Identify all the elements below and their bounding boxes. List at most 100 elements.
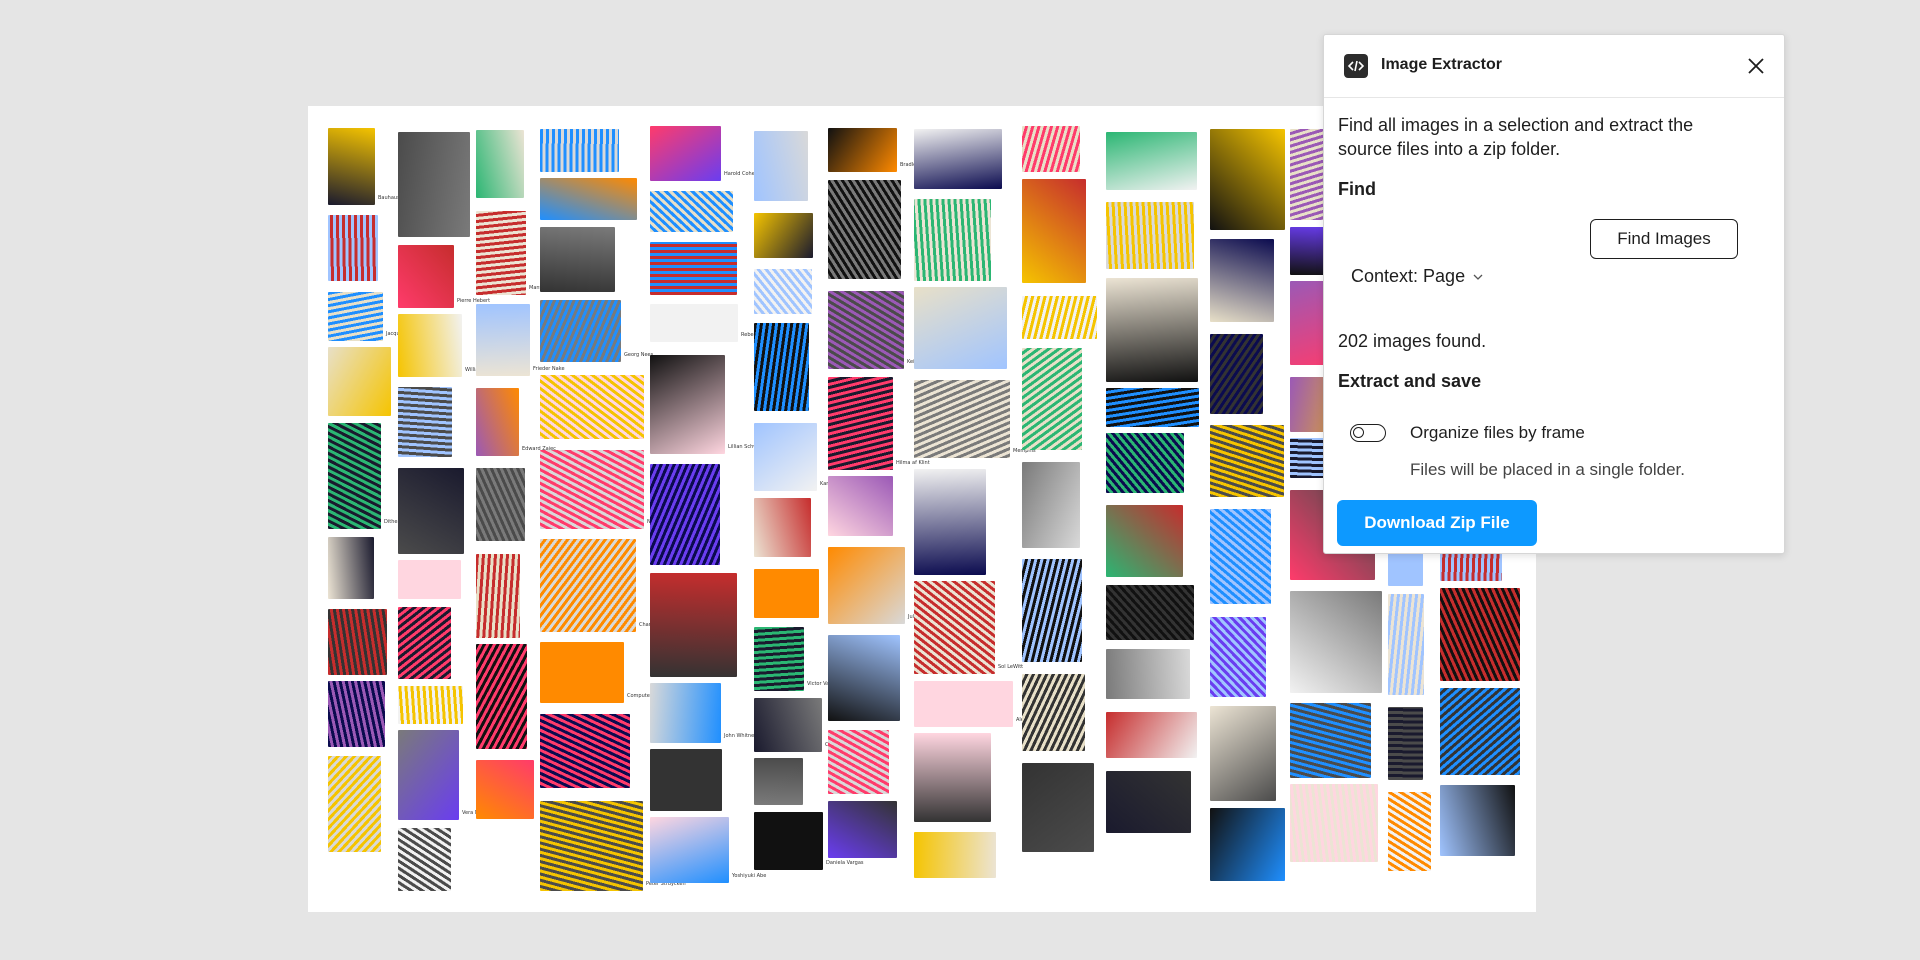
canvas-image-thumbnail[interactable] — [828, 547, 905, 624]
canvas-image-thumbnail[interactable] — [754, 498, 811, 557]
canvas-image-thumbnail[interactable] — [476, 644, 527, 749]
canvas-image-thumbnail[interactable] — [754, 423, 817, 491]
canvas-image-thumbnail[interactable] — [476, 130, 524, 198]
canvas-image-thumbnail[interactable] — [828, 180, 901, 279]
canvas-image-thumbnail[interactable] — [1022, 763, 1094, 852]
canvas-image-thumbnail[interactable] — [754, 323, 809, 411]
canvas-image-thumbnail[interactable] — [754, 131, 808, 201]
canvas-image-thumbnail[interactable] — [754, 269, 812, 314]
canvas-image-thumbnail[interactable] — [476, 554, 520, 638]
canvas-image-thumbnail[interactable] — [398, 387, 452, 457]
find-images-button[interactable]: Find Images — [1590, 219, 1738, 259]
canvas-image-thumbnail[interactable] — [328, 423, 381, 529]
canvas-image-thumbnail[interactable] — [754, 627, 804, 691]
canvas-image-thumbnail[interactable] — [328, 292, 383, 341]
canvas-image-thumbnail[interactable] — [540, 227, 615, 292]
canvas-image-thumbnail[interactable] — [398, 560, 461, 599]
canvas-image-thumbnail[interactable] — [650, 242, 737, 295]
canvas-image-thumbnail[interactable] — [914, 733, 991, 822]
canvas-image-thumbnail[interactable] — [828, 128, 897, 172]
canvas-image-thumbnail[interactable] — [1106, 278, 1198, 382]
canvas-image-thumbnail[interactable] — [914, 581, 995, 674]
canvas-image-thumbnail[interactable] — [754, 569, 819, 618]
canvas-image-thumbnail[interactable] — [1210, 334, 1263, 414]
canvas-image-thumbnail[interactable] — [1106, 388, 1199, 427]
canvas-image-thumbnail[interactable] — [828, 730, 889, 794]
canvas-image-thumbnail[interactable] — [650, 355, 725, 454]
canvas-image-thumbnail[interactable] — [1210, 706, 1276, 801]
canvas-image-thumbnail[interactable] — [914, 469, 986, 575]
canvas-image-thumbnail[interactable] — [1388, 792, 1431, 871]
canvas-image-thumbnail[interactable] — [1210, 425, 1284, 497]
canvas-image-thumbnail[interactable] — [914, 681, 1013, 727]
canvas-image-thumbnail[interactable] — [328, 609, 387, 675]
canvas-image-thumbnail[interactable] — [650, 464, 720, 565]
organize-by-frame-toggle[interactable] — [1350, 424, 1386, 442]
canvas-image-thumbnail[interactable] — [540, 714, 630, 788]
canvas-image-thumbnail[interactable] — [1022, 179, 1086, 283]
canvas-image-thumbnail[interactable] — [914, 287, 1007, 369]
canvas-image-thumbnail[interactable] — [1106, 505, 1183, 577]
canvas-image-thumbnail[interactable] — [1022, 462, 1080, 548]
canvas-image-thumbnail[interactable] — [540, 129, 619, 172]
canvas-image-thumbnail[interactable] — [540, 801, 643, 891]
canvas-image-thumbnail[interactable] — [1022, 559, 1082, 662]
canvas-image-thumbnail[interactable] — [540, 539, 636, 632]
canvas-image-thumbnail[interactable] — [650, 573, 737, 677]
canvas-image-thumbnail[interactable] — [1106, 585, 1194, 640]
canvas-image-thumbnail[interactable] — [1210, 808, 1285, 881]
canvas-image-thumbnail[interactable] — [754, 698, 822, 752]
canvas-image-thumbnail[interactable] — [1106, 649, 1190, 699]
canvas-image-thumbnail[interactable] — [328, 347, 391, 416]
canvas-image-thumbnail[interactable] — [914, 129, 1002, 189]
download-zip-button[interactable]: Download Zip File — [1337, 500, 1537, 546]
canvas-image-thumbnail[interactable] — [1290, 703, 1371, 778]
canvas-image-thumbnail[interactable] — [650, 749, 722, 811]
canvas-image-thumbnail[interactable] — [650, 683, 721, 743]
canvas-image-thumbnail[interactable] — [1440, 588, 1520, 681]
canvas-image-thumbnail[interactable] — [398, 314, 462, 377]
canvas-image-thumbnail[interactable] — [828, 291, 904, 369]
canvas-image-thumbnail[interactable] — [1388, 594, 1424, 695]
canvas-image-thumbnail[interactable] — [398, 828, 451, 891]
canvas-image-thumbnail[interactable] — [1106, 712, 1197, 758]
canvas-image-thumbnail[interactable] — [1022, 348, 1082, 450]
canvas-image-thumbnail[interactable] — [328, 756, 381, 852]
canvas-image-thumbnail[interactable] — [540, 300, 621, 362]
canvas-image-thumbnail[interactable] — [1106, 202, 1194, 269]
canvas-image-thumbnail[interactable] — [1210, 239, 1274, 322]
close-button[interactable] — [1742, 52, 1770, 80]
canvas-image-thumbnail[interactable] — [828, 476, 893, 536]
canvas-image-thumbnail[interactable] — [754, 812, 823, 870]
canvas-image-thumbnail[interactable] — [398, 686, 463, 724]
canvas-image-thumbnail[interactable] — [1022, 674, 1085, 751]
context-select[interactable]: Context: Page — [1351, 266, 1483, 287]
canvas-image-thumbnail[interactable] — [398, 607, 451, 679]
canvas-image-thumbnail[interactable] — [650, 817, 729, 883]
canvas-image-thumbnail[interactable] — [398, 468, 464, 554]
canvas-image-thumbnail[interactable] — [328, 128, 375, 205]
canvas-image-thumbnail[interactable] — [914, 832, 996, 878]
canvas-image-thumbnail[interactable] — [1106, 132, 1197, 190]
canvas-image-thumbnail[interactable] — [1022, 126, 1080, 172]
canvas-image-thumbnail[interactable] — [1106, 771, 1191, 833]
canvas-image-thumbnail[interactable] — [1440, 785, 1515, 856]
canvas-image-thumbnail[interactable] — [540, 178, 637, 220]
canvas-image-thumbnail[interactable] — [328, 215, 378, 281]
canvas-image-thumbnail[interactable] — [1210, 509, 1271, 604]
canvas-image-thumbnail[interactable] — [1440, 688, 1520, 775]
canvas-image-thumbnail[interactable] — [828, 635, 900, 721]
canvas-image-thumbnail[interactable] — [540, 450, 644, 529]
canvas-image-thumbnail[interactable] — [398, 245, 454, 308]
canvas-image-thumbnail[interactable] — [328, 681, 385, 747]
canvas-image-thumbnail[interactable] — [650, 191, 733, 232]
canvas-image-thumbnail[interactable] — [914, 199, 991, 281]
canvas-image-thumbnail[interactable] — [1388, 707, 1423, 780]
canvas-image-thumbnail[interactable] — [476, 388, 519, 456]
canvas-image-thumbnail[interactable] — [328, 537, 374, 599]
canvas-image-thumbnail[interactable] — [1210, 129, 1285, 230]
canvas-image-thumbnail[interactable] — [914, 380, 1010, 458]
canvas-image-thumbnail[interactable] — [398, 730, 459, 820]
canvas-image-thumbnail[interactable] — [1106, 433, 1184, 493]
canvas-image-thumbnail[interactable] — [828, 801, 897, 858]
